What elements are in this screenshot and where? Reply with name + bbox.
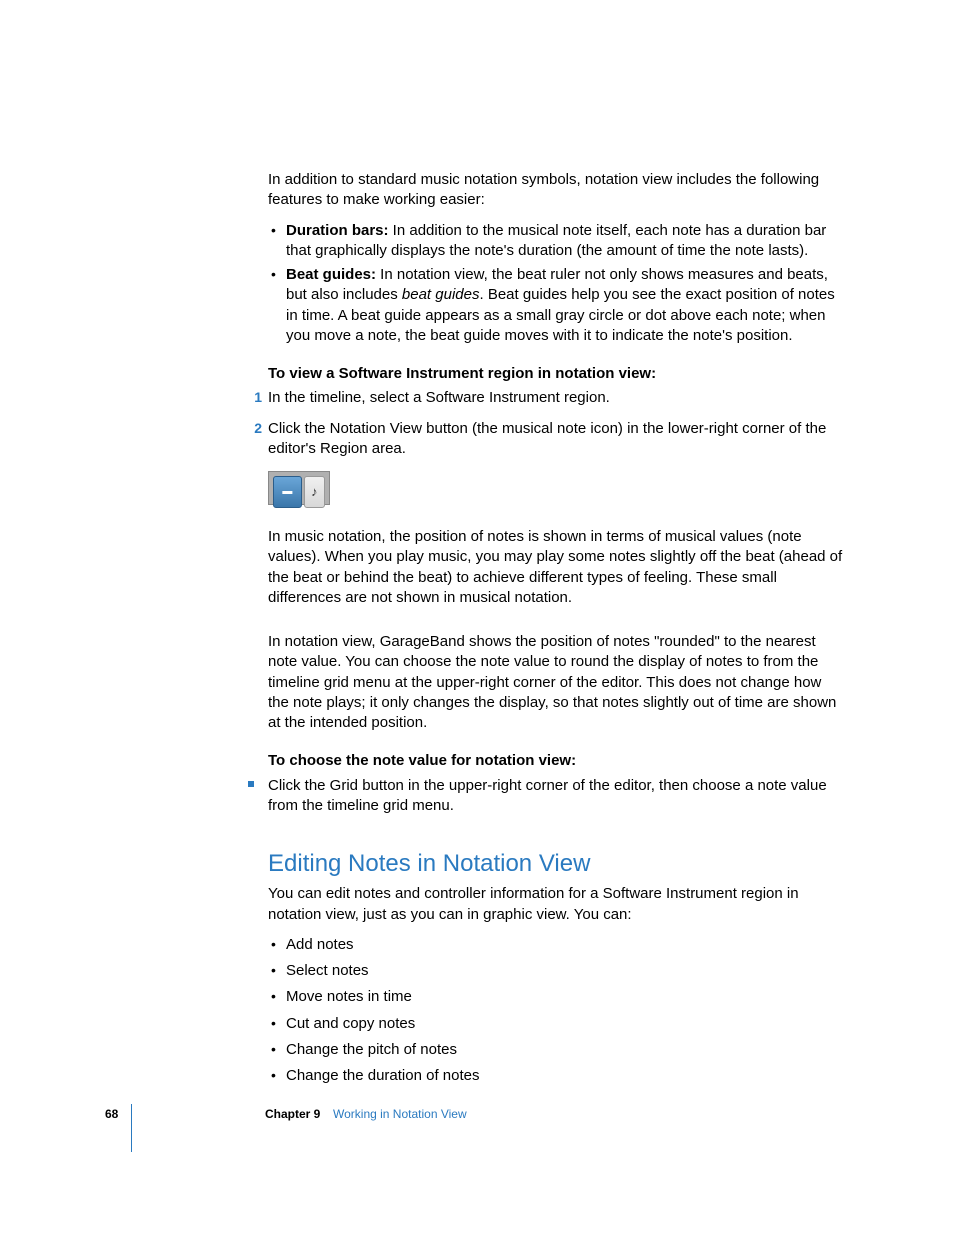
page-content: In addition to standard music notation s… (268, 170, 846, 1092)
chapter-label: Chapter 9 (265, 1106, 320, 1122)
step-number: 2 (242, 419, 262, 438)
notation-view-icon: ♪ (304, 476, 325, 508)
section-intro: You can edit notes and controller inform… (268, 884, 846, 925)
feature-italic: beat guides (402, 286, 480, 303)
section-heading: Editing Notes in Notation View (268, 848, 846, 880)
list-item: Move notes in time (268, 987, 846, 1007)
list-item: Change the pitch of notes (268, 1040, 846, 1060)
step-number: 1 (242, 388, 262, 407)
task2-step: Click the Grid button in the upper-right… (268, 776, 846, 817)
edit-actions-list: Add notes Select notes Move notes in tim… (268, 935, 846, 1087)
intro-paragraph: In addition to standard music notation s… (268, 170, 846, 211)
feature-list: Duration bars: In addition to the musica… (268, 221, 846, 347)
list-item: Change the duration of notes (268, 1066, 846, 1086)
feature-label: Duration bars: (286, 222, 389, 239)
body-paragraph: In notation view, GarageBand shows the p… (268, 632, 846, 733)
task1-step1: 1 In the timeline, select a Software Ins… (268, 388, 846, 408)
list-item: Select notes (268, 961, 846, 981)
square-bullet-icon (248, 781, 254, 787)
step-text: In the timeline, select a Software Instr… (268, 389, 610, 406)
feature-label: Beat guides: (286, 266, 376, 283)
page-number: 68 (105, 1106, 118, 1122)
notation-view-button-image: ▬ ♪ (268, 471, 330, 505)
list-item: Add notes (268, 935, 846, 955)
body-paragraph: In music notation, the position of notes… (268, 527, 846, 608)
step-text: Click the Notation View button (the musi… (268, 420, 826, 457)
task1-step2: 2 Click the Notation View button (the mu… (268, 419, 846, 460)
list-item: Cut and copy notes (268, 1014, 846, 1034)
footer-rule (131, 1104, 132, 1152)
task1-heading: To view a Software Instrument region in … (268, 364, 846, 384)
chapter-title: Working in Notation View (333, 1106, 467, 1122)
task2-heading: To choose the note value for notation vi… (268, 751, 846, 771)
feature-duration-bars: Duration bars: In addition to the musica… (268, 221, 846, 262)
pianoroll-view-icon: ▬ (273, 476, 302, 508)
feature-beat-guides: Beat guides: In notation view, the beat … (268, 265, 846, 346)
step-text: Click the Grid button in the upper-right… (268, 777, 827, 814)
